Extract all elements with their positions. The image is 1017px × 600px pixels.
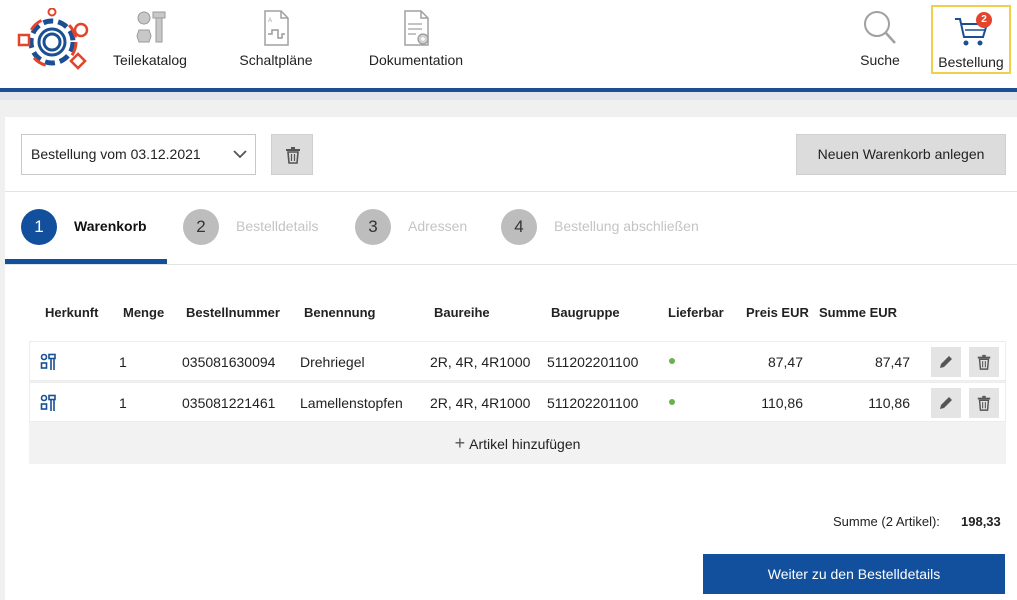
- column-header-assembly: Baugruppe: [551, 305, 620, 320]
- step-number: 3: [355, 209, 391, 245]
- available-indicator: [669, 399, 675, 405]
- order-number-cell: 035081630094: [182, 354, 276, 370]
- name-cell: Drehriegel: [300, 354, 365, 370]
- continue-to-order-details-button[interactable]: Weiter zu den Bestelldetails: [703, 554, 1005, 594]
- assembly-cell: 511202201100: [547, 354, 639, 370]
- delete-item-button[interactable]: [969, 388, 999, 418]
- sum-label: Summe (2 Artikel):: [833, 514, 940, 529]
- pencil-icon: [940, 356, 952, 368]
- add-item-label: Artikel hinzufügen: [469, 436, 581, 452]
- column-header-name: Benennung: [304, 305, 376, 320]
- step-label: Warenkorb: [74, 218, 147, 234]
- chevron-down-icon: [233, 150, 247, 159]
- nav-wiring-diagrams-label: Schaltpläne: [239, 52, 313, 68]
- new-cart-button[interactable]: Neuen Warenkorb anlegen: [796, 134, 1006, 175]
- total-cell: 110,86: [868, 395, 910, 411]
- nav-wiring-diagrams[interactable]: A Schaltpläne: [236, 8, 316, 68]
- column-header-order-number: Bestellnummer: [186, 305, 280, 320]
- cart-items-table: 1 035081630094 Drehriegel 2R, 4R, 4R1000…: [29, 341, 1006, 464]
- step-label: Adressen: [408, 218, 468, 234]
- column-header-quantity: Menge: [123, 305, 165, 320]
- header-shadow: [0, 92, 1017, 100]
- gear-logo-icon[interactable]: [15, 8, 91, 76]
- column-header-available: Lieferbar: [668, 305, 724, 320]
- step-number: 1: [21, 209, 57, 245]
- trash-icon: [977, 395, 991, 411]
- divider: [5, 191, 1017, 192]
- total-cell: 87,47: [874, 354, 910, 370]
- screws-icon: [136, 11, 166, 43]
- plus-icon: +: [454, 433, 466, 453]
- circuit-document-icon: A: [264, 10, 289, 46]
- parts-catalog-origin-icon: [40, 394, 56, 411]
- cart-panel: Bestellung vom 03.12.2021 Neuen Warenkor…: [5, 117, 1017, 600]
- search-icon: [864, 11, 896, 44]
- delete-item-button[interactable]: [969, 347, 999, 377]
- quantity-cell: 1: [119, 354, 127, 370]
- nav-order[interactable]: 2 Bestellung: [931, 5, 1011, 74]
- order-select[interactable]: Bestellung vom 03.12.2021: [21, 134, 256, 175]
- add-item-button[interactable]: + Artikel hinzufügen: [29, 423, 1006, 463]
- nav-search-label: Suche: [860, 52, 900, 68]
- assembly-cell: 511202201100: [547, 395, 639, 411]
- available-indicator: [669, 358, 675, 364]
- column-header-series: Baureihe: [434, 305, 490, 320]
- table-row: 1 035081221461 Lamellenstopfen 2R, 4R, 4…: [29, 382, 1006, 422]
- document-gear-icon: [404, 10, 429, 46]
- name-cell: Lamellenstopfen: [300, 395, 403, 411]
- nav-parts-catalog-label: Teilekatalog: [113, 52, 187, 68]
- step-number: 2: [183, 209, 219, 245]
- table-row: 1 035081630094 Drehriegel 2R, 4R, 4R1000…: [29, 341, 1006, 381]
- edit-item-button[interactable]: [931, 388, 961, 418]
- order-number-cell: 035081221461: [182, 395, 276, 411]
- nav-order-label: Bestellung: [938, 54, 1004, 70]
- svg-text:A: A: [268, 18, 272, 24]
- parts-catalog-origin-icon: [40, 353, 56, 370]
- trash-icon: [977, 354, 991, 370]
- column-header-price: Preis EUR: [746, 305, 809, 320]
- cart-count-badge: 2: [976, 12, 992, 28]
- edit-item-button[interactable]: [931, 347, 961, 377]
- nav-parts-catalog[interactable]: Teilekatalog: [110, 8, 190, 68]
- series-cell: 2R, 4R, 4R1000: [430, 395, 531, 411]
- step-label: Bestellung abschließen: [554, 218, 699, 234]
- nav-documentation[interactable]: Dokumentation: [363, 8, 469, 68]
- price-cell: 110,86: [761, 395, 803, 411]
- nav-documentation-label: Dokumentation: [368, 52, 464, 68]
- step-label: Bestelldetails: [236, 218, 319, 234]
- divider: [5, 264, 1017, 265]
- step-number: 4: [501, 209, 537, 245]
- top-navigation: Teilekatalog A Schaltpläne Dokumentation: [0, 0, 1017, 88]
- nav-search[interactable]: Suche: [852, 8, 908, 68]
- pencil-icon: [940, 397, 952, 409]
- price-cell: 87,47: [767, 354, 803, 370]
- column-header-origin: Herkunft: [45, 305, 99, 320]
- sum-value: 198,33: [961, 514, 1001, 529]
- series-cell: 2R, 4R, 4R1000: [430, 354, 531, 370]
- trash-icon: [286, 147, 300, 164]
- order-select-value: Bestellung vom 03.12.2021: [31, 146, 201, 162]
- delete-cart-button[interactable]: [271, 134, 313, 175]
- quantity-cell: 1: [119, 395, 127, 411]
- column-header-total: Summe EUR: [819, 305, 898, 320]
